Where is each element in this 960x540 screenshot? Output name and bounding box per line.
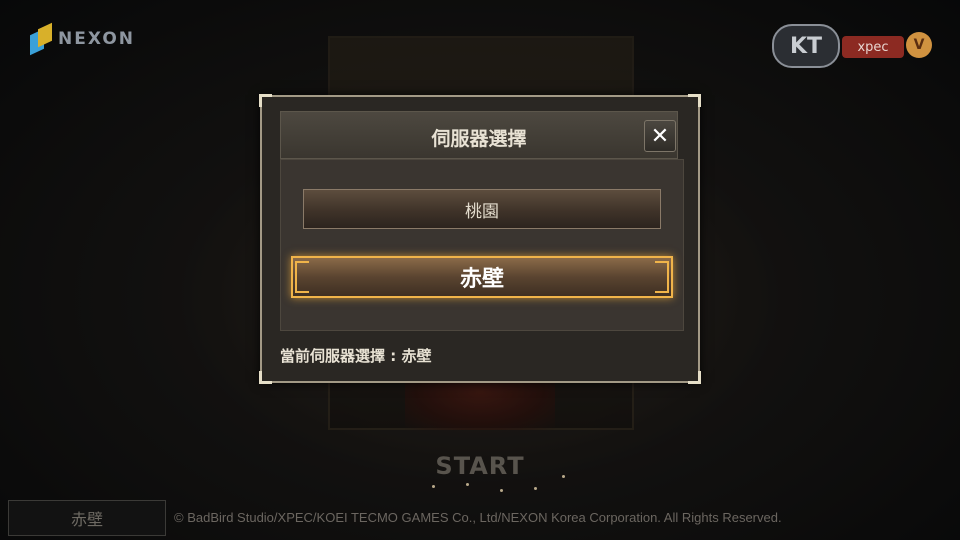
server-option-label: 桃園: [465, 201, 499, 222]
dialog-corner: [259, 94, 272, 107]
sparkle-dots: [430, 475, 570, 495]
dialog-corner: [688, 94, 701, 107]
ornament-icon: [295, 261, 309, 293]
close-button[interactable]: ✕: [644, 120, 676, 152]
server-option-chibi[interactable]: 赤壁: [291, 256, 673, 298]
copyright-text: © BadBird Studio/XPEC/KOEI TECMO GAMES C…: [174, 510, 782, 525]
nexon-mark-icon: [30, 22, 52, 56]
xpec-logo: xpec: [842, 36, 904, 58]
koei-tecmo-logo: KT: [772, 24, 840, 68]
current-server-status: 當前伺服器選擇 : 赤壁: [280, 347, 432, 365]
selected-server-button[interactable]: 赤壁: [8, 500, 166, 536]
server-select-dialog: 伺服器選擇 ✕ 桃園 赤壁 當前伺服器選擇 : 赤壁: [259, 94, 701, 384]
dialog-corner: [259, 371, 272, 384]
nexon-logo-text: NEXON: [58, 29, 136, 49]
dialog-corner: [688, 371, 701, 384]
server-list: 桃園 赤壁: [280, 159, 684, 331]
dialog-header: 伺服器選擇: [280, 111, 678, 159]
ornament-icon: [655, 261, 669, 293]
server-option-label: 赤壁: [459, 267, 504, 292]
nexon-logo: NEXON: [30, 22, 136, 56]
server-option-taoyuan[interactable]: 桃園: [303, 189, 661, 229]
xpec-badge-icon: V: [906, 32, 932, 58]
close-icon: ✕: [650, 123, 670, 149]
dialog-title: 伺服器選擇: [431, 128, 527, 150]
